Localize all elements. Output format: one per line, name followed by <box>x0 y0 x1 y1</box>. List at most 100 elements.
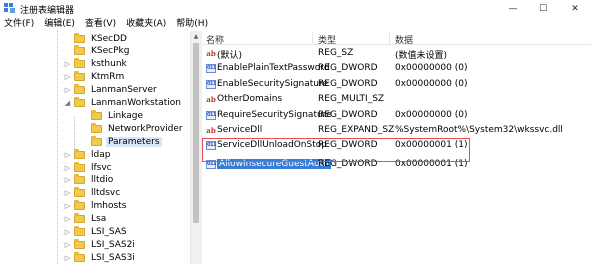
value-name: ServiceDll <box>217 125 263 135</box>
menu-edit[interactable]: 编辑(E) <box>39 17 80 31</box>
value-name: EnableSecuritySignature <box>217 78 329 89</box>
expand-arrow-icon[interactable]: ▷ <box>63 148 72 161</box>
expand-arrow-icon[interactable]: ▷ <box>63 251 72 264</box>
menu-view[interactable]: 查看(V) <box>80 17 121 31</box>
tree-item[interactable]: ▷ ksthunk <box>63 58 129 71</box>
value-row[interactable]: 011 RequireSecuritySignature REG_DWORD 0x00… <box>202 109 591 123</box>
expand-arrow-icon[interactable]: ▷ <box>63 71 72 84</box>
folder-icon <box>74 97 85 107</box>
value-type: REG_EXPAND_SZ <box>318 125 395 135</box>
tree-item[interactable]: ▷ LSI_SAS2i <box>63 238 137 251</box>
expand-arrow-icon[interactable]: ▷ <box>63 161 72 174</box>
tree-item-label: KSecDD <box>91 33 127 44</box>
string-value-icon: ab <box>206 95 216 105</box>
column-header-type[interactable]: 类型 <box>318 33 336 46</box>
minimize-button[interactable]: — <box>498 0 528 17</box>
folder-icon <box>74 71 85 82</box>
binary-value-icon: 011 <box>206 64 216 74</box>
column-separator[interactable] <box>312 31 313 45</box>
value-type: REG_DWORD <box>318 63 378 74</box>
tree-item[interactable]: NetworkProvider <box>80 122 185 135</box>
maximize-button[interactable]: ☐ <box>528 0 558 17</box>
tree-item[interactable]: ▷ lltdsvc <box>63 187 122 200</box>
tree-item[interactable]: Linkage <box>80 109 145 122</box>
folder-icon <box>74 200 85 211</box>
expand-arrow-icon[interactable]: ▷ <box>63 226 72 239</box>
column-header-name[interactable]: 名称 <box>206 33 224 46</box>
list-header: 名称 类型 数据 <box>202 31 591 46</box>
expand-arrow-icon[interactable]: ▷ <box>63 200 72 213</box>
expand-arrow-icon[interactable]: ▷ <box>63 174 72 187</box>
folder-icon <box>74 84 85 95</box>
close-icon: ✕ <box>571 3 579 14</box>
tree-item[interactable]: ▷ LSI_SAS <box>63 226 129 239</box>
menu-bar: 文件(F) 编辑(E) 查看(V) 收藏夹(A) 帮助(H) <box>0 17 591 31</box>
title-bar: 注册表编辑器 — ☐ ✕ <box>0 0 591 17</box>
tree-item[interactable]: ▷ lmhosts <box>63 200 128 213</box>
scroll-thumb[interactable] <box>193 43 199 223</box>
folder-icon <box>74 161 85 172</box>
tree-item[interactable]: ▷ LSI_SAS3i <box>63 251 137 264</box>
folder-icon <box>74 45 85 56</box>
tree-item[interactable]: ▷ ldap <box>63 148 112 161</box>
value-type: REG_SZ <box>318 48 354 58</box>
value-row[interactable]: ab OtherDomains REG_MULTI_SZ <box>202 93 591 107</box>
value-row[interactable]: ab ServiceDll REG_EXPAND_SZ %SystemRoot%\Sy… <box>202 124 591 138</box>
folder-icon <box>74 32 85 43</box>
column-separator[interactable] <box>389 31 390 45</box>
tree-item[interactable]: KSecDD <box>63 32 129 45</box>
tree-scrollbar[interactable]: ▲ <box>190 31 200 264</box>
expand-arrow-icon[interactable]: ▷ <box>63 187 72 200</box>
value-type: REG_DWORD <box>318 78 378 89</box>
folder-icon <box>91 109 102 120</box>
menu-file[interactable]: 文件(F) <box>0 17 39 31</box>
tree-item-label: KSecPkg <box>91 46 130 57</box>
value-row[interactable]: 011 EnableSecuritySignature REG_DWORD 0x000… <box>202 78 591 92</box>
folder-icon <box>74 251 85 262</box>
expand-arrow-icon[interactable]: ▷ <box>63 213 72 226</box>
binary-value-icon: 011 <box>206 79 216 89</box>
tree-item[interactable]: ▷ LanmanServer <box>63 84 159 97</box>
tree-item[interactable]: ▷ KtmRm <box>63 71 126 84</box>
binary-value-icon: 011 <box>206 110 216 120</box>
expand-arrow-icon[interactable]: ▷ <box>63 84 72 97</box>
tree-item[interactable]: ▷ lfsvc <box>63 161 114 174</box>
tree-item[interactable]: ▷ lltdio <box>63 174 115 187</box>
folder-icon <box>91 122 102 133</box>
collapse-arrow-icon[interactable]: ◢ <box>63 97 72 110</box>
tree-item[interactable]: ▷ Lsa <box>63 213 108 226</box>
string-value-icon: ab <box>206 49 216 58</box>
expand-arrow-icon[interactable]: ▷ <box>63 58 72 71</box>
menu-favorites[interactable]: 收藏夹(A) <box>121 17 171 31</box>
folder-icon <box>91 135 102 146</box>
tree-item-label: Linkage <box>108 110 144 121</box>
tree-item[interactable]: KSecPkg <box>63 45 131 58</box>
value-name: OtherDomains <box>217 94 283 105</box>
tree-item-label: LSI_SAS2i <box>91 239 135 250</box>
menu-help[interactable]: 帮助(H) <box>171 17 213 31</box>
tree-item-label: lmhosts <box>91 201 127 212</box>
string-value-icon: ab <box>206 126 216 135</box>
value-data: 0x00000000 (0) <box>395 63 468 74</box>
tree-item[interactable]: ◢ LanmanWorkstation <box>63 97 183 110</box>
values-list: 名称 类型 数据 ab (默认) REG_SZ (数值未设置) 011 EnablePla… <box>202 31 591 264</box>
column-header-data[interactable]: 数据 <box>395 33 413 46</box>
minimize-icon: — <box>508 3 518 14</box>
value-row[interactable]: 011 EnablePlainTextPassword REG_DWORD 0x000… <box>202 62 591 76</box>
tree-item-label: NetworkProvider <box>108 123 183 134</box>
tree-item-label: lltdio <box>91 175 114 186</box>
expand-arrow-icon[interactable]: ▷ <box>63 238 72 251</box>
maximize-icon: ☐ <box>538 3 548 14</box>
folder-icon <box>74 174 85 185</box>
value-type: REG_DWORD <box>318 109 378 120</box>
tree-item[interactable]: Parameters <box>80 135 162 148</box>
tree-item-label: LSI_SAS <box>91 227 127 237</box>
value-row[interactable]: ab (默认) REG_SZ (数值未设置) <box>202 47 591 61</box>
close-button[interactable]: ✕ <box>560 0 590 17</box>
tree-item-label: lltdsvc <box>91 188 121 199</box>
tree-item-label: ldap <box>91 149 111 160</box>
annotation-highlight-box <box>202 138 470 162</box>
registry-tree[interactable]: KSecDD KSecPkg ▷ ksthunk ▷ KtmRm ▷ LanmanServer… <box>0 31 196 264</box>
